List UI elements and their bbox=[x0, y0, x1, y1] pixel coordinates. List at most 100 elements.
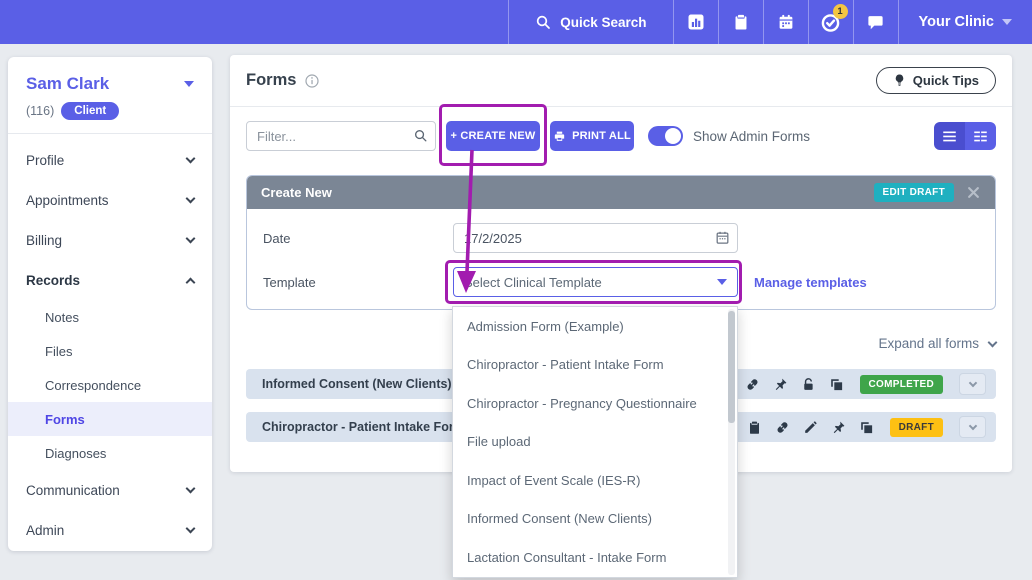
copy-icon[interactable] bbox=[859, 420, 874, 435]
bar-chart-icon bbox=[686, 12, 706, 32]
sidebar-item-appointments[interactable]: Appointments bbox=[8, 180, 212, 220]
manage-templates-link[interactable]: Manage templates bbox=[754, 275, 867, 290]
sidebar-item-label: Communication bbox=[26, 483, 120, 498]
sidebar-item-label: Admin bbox=[26, 523, 64, 538]
create-new-panel-header: Create New EDIT DRAFT bbox=[247, 176, 995, 209]
sidebar-item-label: Correspondence bbox=[45, 378, 141, 393]
chat-icon bbox=[866, 13, 885, 32]
search-icon bbox=[413, 128, 428, 143]
create-new-button[interactable]: + CREATE NEW bbox=[446, 121, 540, 151]
toggle-knob bbox=[665, 128, 681, 144]
quick-tips-button[interactable]: Quick Tips bbox=[876, 67, 996, 94]
sidebar-item-profile[interactable]: Profile bbox=[8, 140, 212, 180]
unlock-icon[interactable] bbox=[801, 377, 816, 392]
sidebar-item-label: Files bbox=[45, 344, 72, 359]
client-type-badge: Client bbox=[61, 102, 119, 120]
status-badge: COMPLETED bbox=[860, 375, 943, 394]
calendar-icon[interactable] bbox=[715, 230, 730, 245]
pin-icon[interactable] bbox=[831, 420, 846, 435]
search-icon bbox=[535, 14, 551, 30]
form-row-title: Informed Consent (New Clients) bbox=[262, 377, 452, 391]
sidebar-item-files[interactable]: Files bbox=[8, 334, 212, 368]
page-title: Forms bbox=[246, 71, 296, 90]
sidebar-item-records[interactable]: Records bbox=[8, 260, 212, 300]
dropdown-option[interactable]: Chiropractor - Patient Intake Form bbox=[453, 346, 737, 385]
chevron-down-icon bbox=[968, 378, 976, 386]
chevron-down-icon bbox=[717, 279, 727, 285]
print-all-button[interactable]: PRINT ALL bbox=[550, 121, 634, 151]
link-icon[interactable] bbox=[745, 377, 760, 392]
date-input[interactable] bbox=[453, 223, 738, 253]
row-expand-button[interactable] bbox=[959, 416, 986, 438]
clinic-name: Your Clinic bbox=[919, 14, 994, 30]
sidebar-item-label: Diagnoses bbox=[45, 446, 106, 461]
sidebar-item-admin[interactable]: Admin bbox=[8, 510, 212, 550]
pin-icon[interactable] bbox=[773, 377, 788, 392]
info-icon[interactable] bbox=[304, 73, 320, 89]
dropdown-option[interactable]: Lactation Consultant - Intake Form bbox=[453, 538, 737, 577]
date-label: Date bbox=[263, 231, 453, 246]
top-navbar: Quick Search 1 bbox=[0, 0, 1032, 44]
date-field-row: Date bbox=[263, 223, 979, 253]
chevron-down-icon bbox=[1002, 19, 1012, 25]
form-row-title: Chiropractor - Patient Intake Form bbox=[262, 420, 465, 434]
sidebar-item-diagnoses[interactable]: Diagnoses bbox=[8, 436, 212, 470]
sidebar-item-communication[interactable]: Communication bbox=[8, 470, 212, 510]
client-chevron-down-icon[interactable] bbox=[184, 81, 194, 87]
tasks-nav-button[interactable]: 1 bbox=[808, 0, 853, 44]
pencil-icon[interactable] bbox=[803, 420, 818, 435]
calendar-icon bbox=[777, 13, 795, 31]
dropdown-option[interactable]: Admission Form (Example) bbox=[453, 307, 737, 346]
expand-all-label: Expand all forms bbox=[878, 336, 979, 351]
client-header: Sam Clark (116) Client bbox=[8, 57, 212, 134]
sidebar-item-forms[interactable]: Forms bbox=[8, 402, 212, 436]
chevron-up-icon bbox=[186, 277, 196, 287]
list-view-button[interactable] bbox=[934, 122, 965, 150]
list-view-icon bbox=[942, 130, 957, 143]
chevron-down-icon bbox=[186, 234, 196, 244]
grid-view-icon bbox=[973, 130, 988, 143]
client-name[interactable]: Sam Clark bbox=[26, 74, 109, 94]
clinic-menu-button[interactable]: Your Clinic bbox=[898, 0, 1032, 44]
sidebar-item-label: Billing bbox=[26, 233, 62, 248]
messages-nav-button[interactable] bbox=[853, 0, 898, 44]
show-admin-forms-label: Show Admin Forms bbox=[693, 129, 810, 144]
sidebar-item-label: Records bbox=[26, 273, 80, 288]
view-switcher bbox=[934, 122, 996, 150]
quick-search-label: Quick Search bbox=[560, 15, 646, 30]
clipboard-icon bbox=[732, 13, 750, 31]
grid-view-button[interactable] bbox=[965, 122, 996, 150]
reports-nav-button[interactable] bbox=[673, 0, 718, 44]
sidebar-item-billing[interactable]: Billing bbox=[8, 220, 212, 260]
clipboard-icon[interactable] bbox=[747, 420, 762, 435]
dropdown-option[interactable]: Impact of Event Scale (IES-R) bbox=[453, 461, 737, 500]
create-new-panel: Create New EDIT DRAFT Date Template bbox=[246, 175, 996, 310]
link-icon[interactable] bbox=[775, 420, 790, 435]
status-badge: DRAFT bbox=[890, 418, 943, 437]
edit-draft-button[interactable]: EDIT DRAFT bbox=[874, 183, 954, 202]
row-expand-button[interactable] bbox=[959, 373, 986, 395]
dropdown-option[interactable]: File upload bbox=[453, 423, 737, 462]
sidebar-item-label: Notes bbox=[45, 310, 79, 325]
template-select-value: Select Clinical Template bbox=[464, 275, 602, 290]
quick-search-button[interactable]: Quick Search bbox=[508, 0, 672, 44]
dropdown-option[interactable]: Chiropractor - Pregnancy Questionnaire bbox=[453, 384, 737, 423]
client-id: (116) bbox=[26, 104, 54, 118]
template-field-row: Template Select Clinical Template Manage… bbox=[263, 267, 979, 297]
print-all-label: PRINT ALL bbox=[572, 130, 631, 142]
dropdown-scrollbar-thumb[interactable] bbox=[728, 311, 735, 423]
filter-input[interactable] bbox=[246, 121, 436, 151]
close-icon[interactable] bbox=[966, 185, 981, 200]
copy-icon[interactable] bbox=[829, 377, 844, 392]
chevron-down-icon bbox=[968, 421, 976, 429]
calendar-nav-button[interactable] bbox=[763, 0, 808, 44]
template-select[interactable]: Select Clinical Template bbox=[453, 267, 738, 297]
sidebar-item-correspondence[interactable]: Correspondence bbox=[8, 368, 212, 402]
sidebar-item-label: Appointments bbox=[26, 193, 109, 208]
notes-nav-button[interactable] bbox=[718, 0, 763, 44]
sidebar-item-notes[interactable]: Notes bbox=[8, 300, 212, 334]
show-admin-forms-toggle[interactable] bbox=[648, 126, 683, 146]
expand-all-forms[interactable]: Expand all forms bbox=[878, 336, 996, 351]
lightbulb-icon bbox=[893, 73, 906, 88]
dropdown-option[interactable]: Informed Consent (New Clients) bbox=[453, 500, 737, 539]
